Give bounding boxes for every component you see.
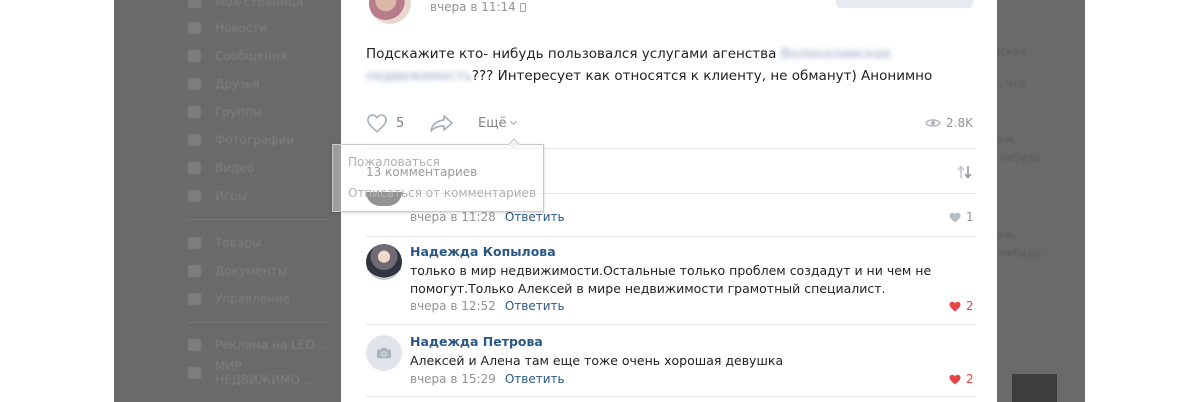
- comment-avatar[interactable]: [366, 335, 402, 371]
- heart-icon: [949, 374, 961, 384]
- sidebar-item-news: Новости: [188, 18, 267, 38]
- background-snippet: мская: [992, 45, 1027, 58]
- divider: [366, 396, 976, 397]
- menu-item-unsubscribe-comments[interactable]: Отписаться от комментариев: [348, 186, 536, 200]
- like-count: 5: [396, 116, 405, 131]
- bag-icon: [188, 237, 201, 249]
- sidebar-item-my-page: Моя страница: [188, 0, 303, 12]
- more-dropdown-menu: Пожаловаться Отписаться от комментариев: [332, 138, 544, 212]
- comment-like[interactable]: 2: [949, 372, 974, 386]
- background-snippet: - нибудь: [992, 151, 1042, 164]
- comment-avatar[interactable]: [366, 244, 402, 280]
- mobile-icon: [519, 3, 526, 12]
- comment-meta: вчера в 12:52 Ответить: [410, 299, 565, 313]
- sidebar-item-community-realty: МИР НЕДВИЖИМО...: [188, 359, 341, 387]
- heart-icon: [949, 301, 961, 311]
- friends-icon: [188, 78, 201, 90]
- camera-icon: [377, 347, 391, 359]
- sidebar-item-groups: Группы: [188, 102, 262, 122]
- sidebar-item-goods: Товары: [188, 233, 261, 253]
- sidebar-item-photos: Фотографии: [188, 130, 294, 150]
- community-icon: [188, 339, 201, 351]
- comment-meta: вчера в 11:28 Ответить: [410, 210, 565, 224]
- reply-button[interactable]: Ответить: [505, 299, 565, 313]
- sidebar-item-games: Игры: [188, 186, 247, 206]
- post-actions: 5 Ещё 2.8K: [366, 112, 976, 136]
- comment-author[interactable]: Надежда Петрова: [410, 334, 543, 349]
- comment-text: Алексей и Алена там еще тоже очень хорош…: [410, 353, 784, 368]
- heart-icon[interactable]: [366, 113, 388, 133]
- top-button[interactable]: [836, 0, 973, 8]
- comment-author[interactable]: Надежда Копылова: [410, 244, 556, 259]
- post-timestamp[interactable]: вчера в 11:14: [430, 0, 526, 14]
- comment-like[interactable]: 2: [949, 299, 974, 313]
- sidebar-divider: [188, 219, 328, 220]
- sidebar-item-documents: Документы: [188, 261, 287, 281]
- view-count: 2.8K: [946, 116, 973, 130]
- sidebar-item-community-led: Реклама на LED-...: [188, 335, 330, 355]
- background-sidebar: Моя страница Новости Сообщения Друзья Гр…: [114, 0, 341, 402]
- sidebar-item-friends: Друзья: [188, 74, 260, 94]
- reply-button[interactable]: Ответить: [505, 210, 565, 224]
- sidebar-item-video: Видео: [188, 158, 254, 178]
- background-snippet: - нибудь: [992, 246, 1042, 259]
- community-icon: [188, 367, 201, 379]
- menu-item-report[interactable]: Пожаловаться: [348, 155, 440, 169]
- gamepad-icon: [188, 190, 201, 202]
- groups-icon: [188, 106, 201, 118]
- sidebar-item-messages: Сообщения: [188, 46, 287, 66]
- comment-meta: вчера в 15:29 Ответить: [410, 372, 565, 386]
- eye-icon: [925, 119, 941, 127]
- manage-icon: [188, 293, 201, 305]
- sort-icon[interactable]: [956, 165, 974, 179]
- comment-text: только в мир недвижимости.Остальные толь…: [410, 263, 932, 296]
- comment-time[interactable]: вчера в 15:29: [410, 372, 496, 386]
- sidebar-item-management: Управление: [188, 289, 290, 309]
- document-icon: [188, 265, 201, 277]
- user-icon: [188, 0, 201, 8]
- background-image: [1012, 374, 1057, 402]
- author-avatar[interactable]: [369, 0, 411, 24]
- comment-time[interactable]: вчера в 12:52: [410, 299, 496, 313]
- camera-icon: [188, 134, 201, 146]
- sidebar-divider: [188, 322, 328, 323]
- divider: [366, 236, 976, 237]
- news-icon: [188, 22, 201, 34]
- video-icon: [188, 162, 201, 174]
- heart-icon: [949, 212, 961, 222]
- comment-like[interactable]: 1: [949, 210, 974, 224]
- chat-icon: [188, 50, 201, 62]
- post-text: Подскажите кто- нибудь пользовался услуг…: [366, 46, 933, 84]
- more-button[interactable]: Ещё: [478, 116, 518, 131]
- reply-button[interactable]: Ответить: [505, 372, 565, 386]
- chevron-down-icon: [510, 117, 518, 126]
- divider: [366, 324, 976, 325]
- comment-time[interactable]: вчера в 11:28: [410, 210, 496, 224]
- share-icon[interactable]: [429, 113, 455, 133]
